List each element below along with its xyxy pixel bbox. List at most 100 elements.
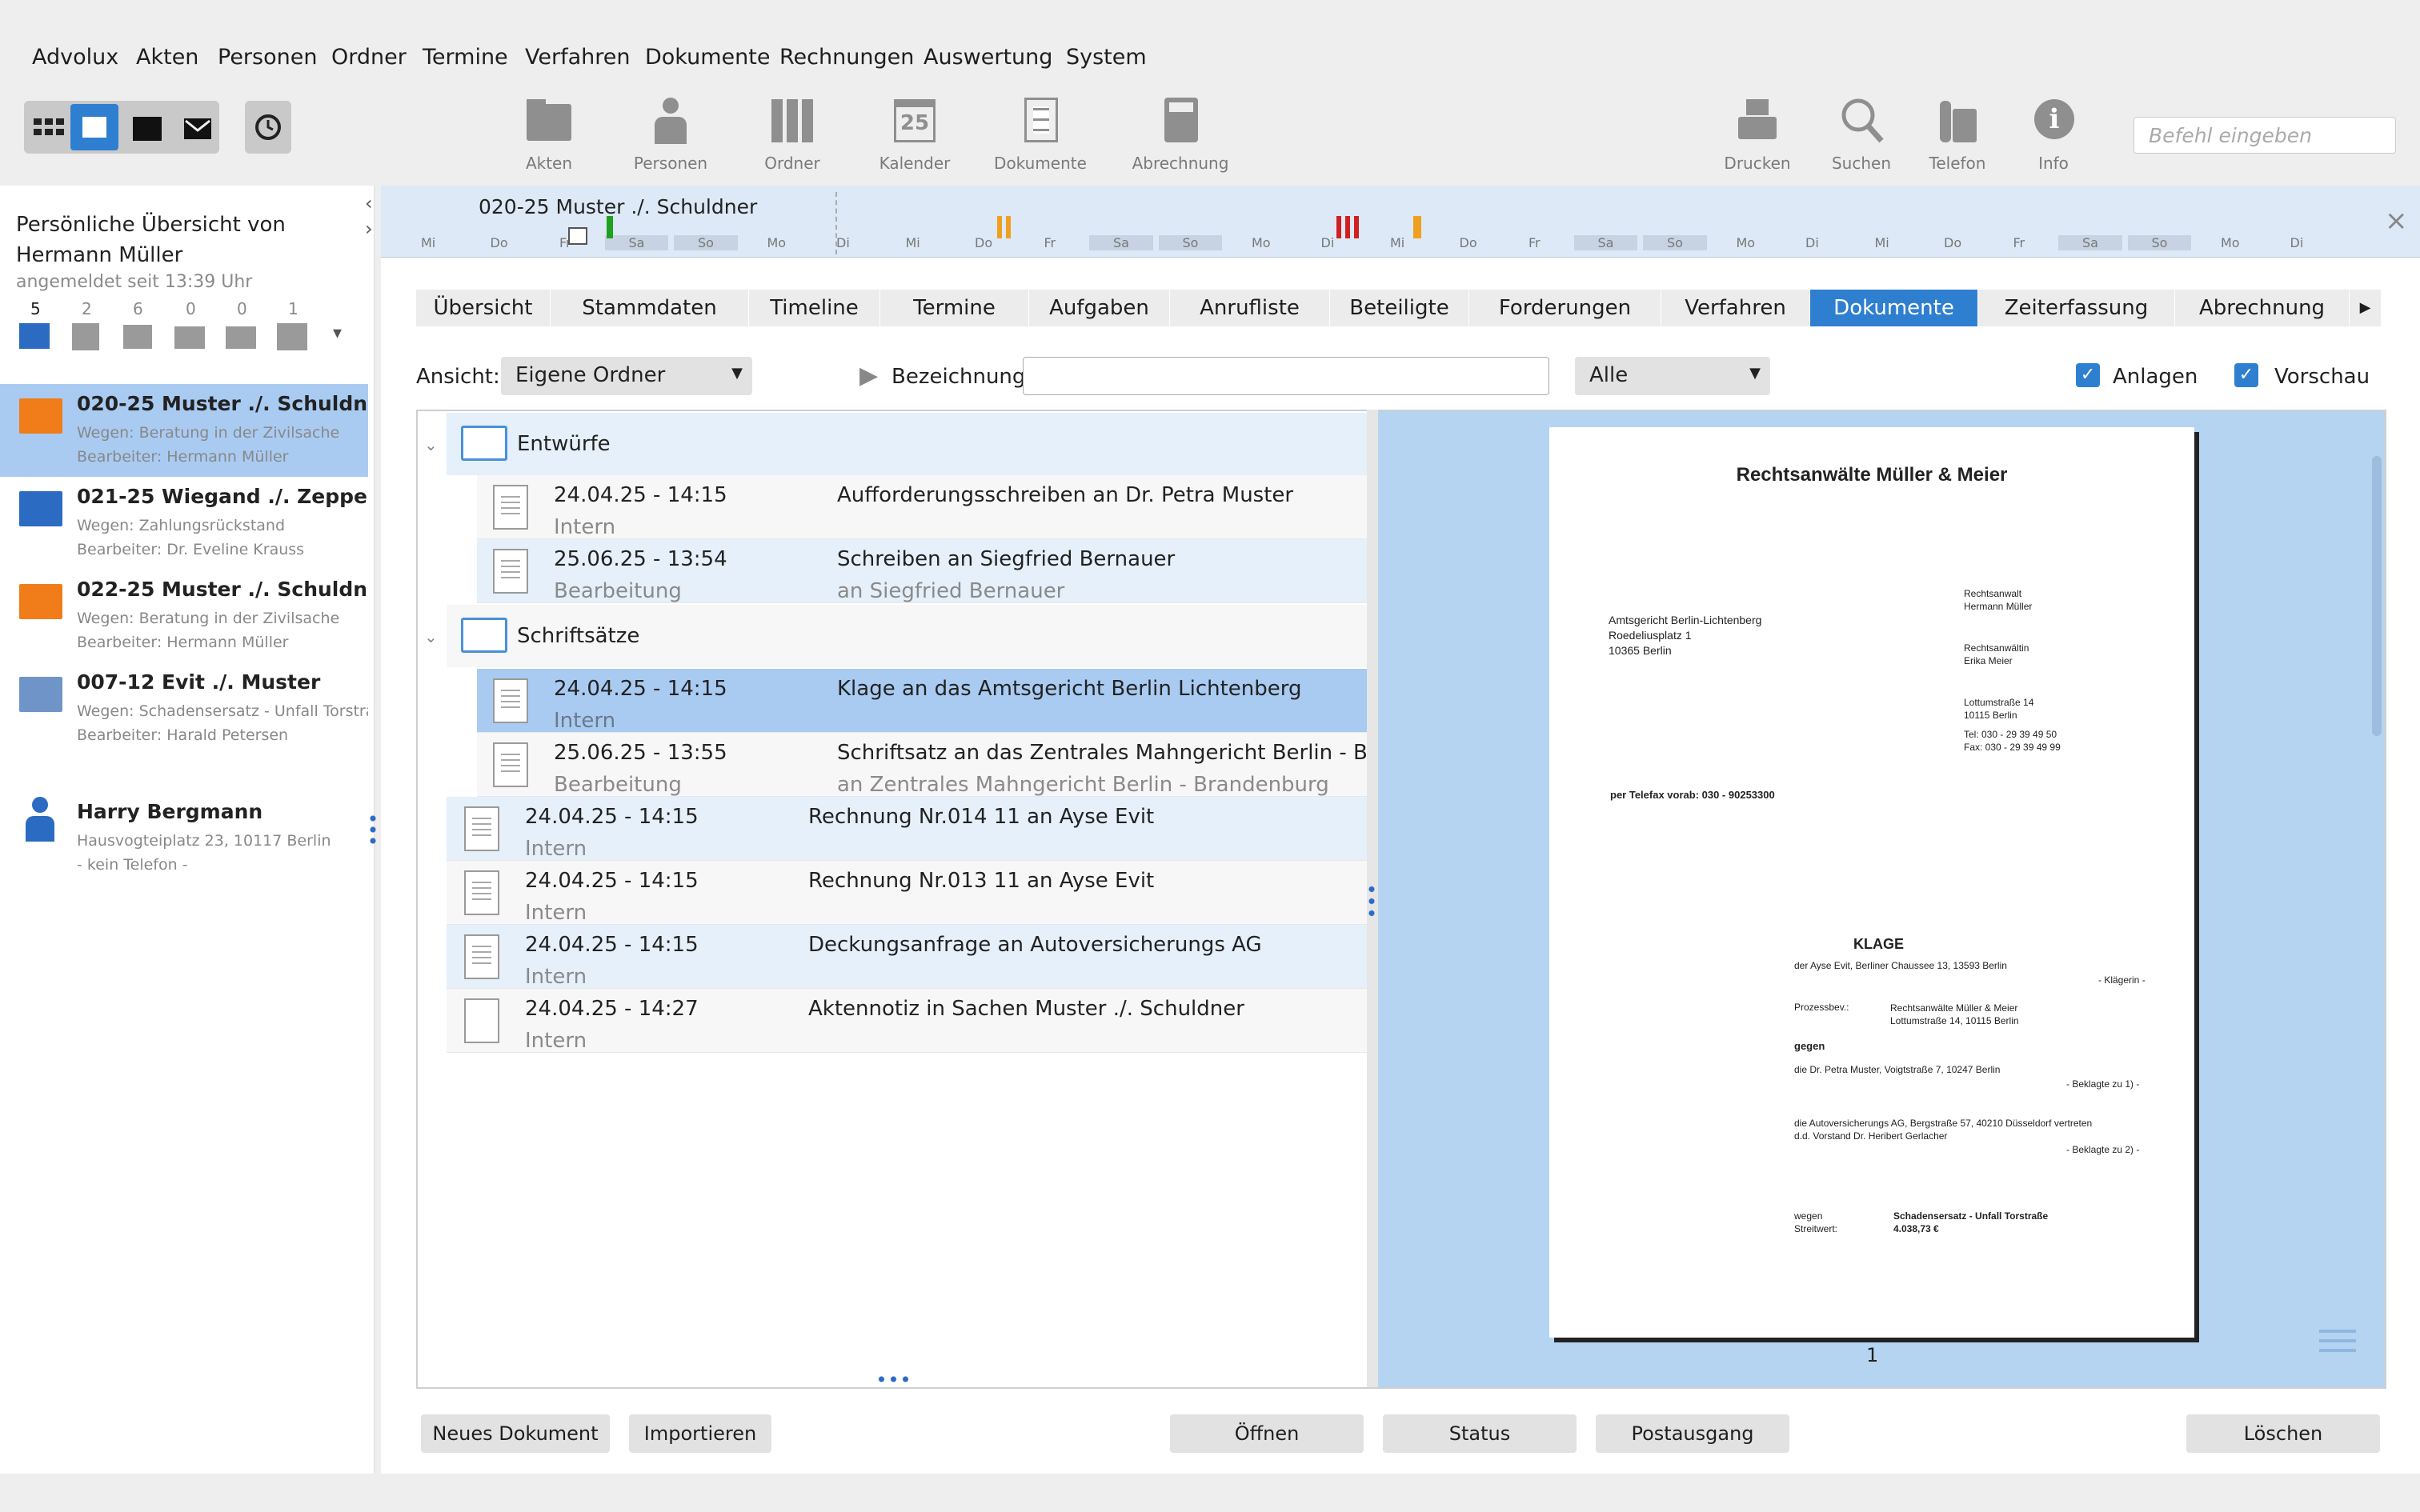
doc-subtitle: an Siegfried Bernauer (837, 579, 1065, 603)
collapse-left-icon[interactable]: ‹ (365, 192, 373, 214)
collapse-folder-icon[interactable]: ⌄ (424, 435, 438, 454)
more-options-icon[interactable] (370, 813, 376, 845)
sidebar-title-line1: Persönliche Übersicht von (16, 213, 286, 237)
menu-lines-icon[interactable] (2319, 1330, 2356, 1355)
case-item[interactable]: 021-25 Wiegand ./. Zeppelin G Wegen: Zah… (0, 477, 368, 570)
menu-dokumente[interactable]: Dokumente (645, 45, 770, 70)
document-row-selected[interactable]: 24.04.25 - 14:15 Intern Klage an das Amt… (477, 669, 1367, 733)
calendar-view-icon[interactable] (133, 117, 162, 141)
phone-icon[interactable] (277, 323, 307, 350)
bezeichnung-input[interactable] (1023, 357, 1549, 395)
toolbar-drucken[interactable]: Drucken (1701, 96, 1813, 173)
timeline-marker-green[interactable] (607, 216, 613, 238)
toolbar-kalender-label: Kalender (879, 154, 951, 173)
menu-system[interactable]: System (1066, 45, 1147, 70)
menu-termine[interactable]: Termine (423, 45, 508, 70)
toolbar-suchen[interactable]: Suchen (1805, 96, 1917, 173)
splitter-handle-icon[interactable] (1368, 883, 1375, 918)
document-row[interactable]: 24.04.25 - 14:27 Intern Aktennotiz in Sa… (447, 989, 1367, 1053)
timeline-day-label: Do (975, 235, 993, 250)
tab-verfahren[interactable]: Verfahren (1661, 290, 1810, 326)
tab-dokumente[interactable]: Dokumente (1810, 290, 1978, 326)
tab-zeiterfassung[interactable]: Zeiterfassung (1978, 290, 2175, 326)
toolbar-telefon[interactable]: Telefon (1901, 96, 2013, 173)
tab-beteiligte[interactable]: Beteiligte (1330, 290, 1469, 326)
postausgang-button[interactable]: Postausgang (1596, 1414, 1789, 1453)
preview-page[interactable]: Rechtsanwälte Müller & Meier Amtsgericht… (1549, 427, 2194, 1338)
toolbar-ordner[interactable]: Ordner (736, 96, 848, 173)
toolbar-suchen-label: Suchen (1831, 154, 1892, 173)
ansicht-select[interactable]: Eigene Ordner ▼ (501, 357, 752, 395)
sort-icon[interactable]: ▾ (333, 323, 342, 343)
doc-status: Intern (525, 837, 587, 861)
tab-anrufliste[interactable]: Anrufliste (1170, 290, 1330, 326)
menu-akten[interactable]: Akten (136, 45, 198, 70)
status-filter-select[interactable]: Alle ▼ (1575, 357, 1770, 395)
collapse-folder-icon[interactable]: ⌄ (424, 627, 438, 646)
tab-termine[interactable]: Termine (880, 290, 1029, 326)
grid-view-icon[interactable] (29, 107, 66, 147)
mail-icon[interactable] (174, 326, 205, 349)
clock-button[interactable] (245, 101, 291, 154)
tab-timeline[interactable]: Timeline (749, 290, 880, 326)
toolbar-abrechnung[interactable]: Abrechnung (1124, 96, 1236, 173)
doc-date: 24.04.25 - 14:15 (525, 869, 699, 893)
mail-out-icon[interactable] (226, 326, 256, 349)
document-row[interactable]: 24.04.25 - 14:15 Intern Rechnung Nr.013 … (447, 861, 1367, 925)
document-row[interactable]: 24.04.25 - 14:15 Intern Deckungsanfrage … (447, 925, 1367, 989)
timeline-marker-red[interactable] (1336, 216, 1359, 238)
tab-forderungen[interactable]: Forderungen (1469, 290, 1661, 326)
document-row[interactable]: 24.04.25 - 14:15 Intern Rechnung Nr.014 … (447, 797, 1367, 861)
menu-personen[interactable]: Personen (218, 45, 317, 70)
case-item[interactable]: 020-25 Muster ./. Schuldner Wegen: Berat… (0, 384, 368, 477)
folder-icon[interactable] (19, 323, 50, 349)
tab-aufgaben[interactable]: Aufgaben (1029, 290, 1170, 326)
case-item[interactable]: 007-12 Evit ./. Muster Wegen: Schadenser… (0, 662, 368, 755)
menu-rechnungen[interactable]: Rechnungen (779, 45, 914, 70)
toolbar-personen[interactable]: Personen (615, 96, 727, 173)
mail-view-icon[interactable] (184, 118, 211, 139)
doc-title: Schreiben an Siegfried Bernauer (837, 547, 1176, 571)
menu-ordner[interactable]: Ordner (331, 45, 407, 70)
toolbar-akten[interactable]: Akten (493, 96, 605, 173)
boxes-icon[interactable] (123, 325, 152, 349)
folder-view-button[interactable] (70, 104, 118, 150)
new-document-button[interactable]: Neues Dokument (421, 1414, 610, 1453)
toolbar-info[interactable]: i Info (1997, 96, 2109, 173)
timeline-event-icon[interactable] (568, 227, 587, 245)
person-item[interactable]: Harry Bergmann Hausvogteiplatz 23, 10117… (0, 792, 368, 885)
preview-scrollbar[interactable] (2372, 456, 2382, 736)
import-button[interactable]: Importieren (629, 1414, 771, 1453)
timeline-marker-orange[interactable] (997, 216, 1012, 238)
toolbar-kalender[interactable]: 25 Kalender (859, 96, 971, 173)
task-icon[interactable] (72, 323, 99, 350)
command-input[interactable]: Befehl eingeben (2134, 117, 2396, 154)
folder-row-schriftsaetze[interactable]: Schriftsätze (447, 605, 1367, 667)
case-item[interactable]: 022-25 Muster ./. Schuldner (U Wegen: Be… (0, 570, 368, 662)
document-icon (493, 549, 528, 594)
anlagen-checkbox[interactable]: ✓ (2076, 363, 2100, 387)
tab-stammdaten[interactable]: Stammdaten (551, 290, 749, 326)
tab-abrechnung[interactable]: Abrechnung (2175, 290, 2350, 326)
open-button[interactable]: Öffnen (1170, 1414, 1364, 1453)
timeline-day-label: Mi (421, 235, 436, 250)
menu-auswertung[interactable]: Auswertung (924, 45, 1052, 70)
folder-row-entwuerfe[interactable]: Entwürfe (447, 413, 1367, 475)
delete-button[interactable]: Löschen (2186, 1414, 2380, 1453)
document-row[interactable]: 25.06.25 - 13:54 Bearbeitung Schreiben a… (477, 539, 1367, 603)
document-row[interactable]: 24.04.25 - 14:15 Intern Aufforderungssch… (477, 475, 1367, 539)
status-button[interactable]: Status (1383, 1414, 1577, 1453)
count-phone: 1 (288, 299, 298, 318)
expand-triangle-icon[interactable]: ▶ (859, 362, 878, 390)
vorschau-checkbox[interactable]: ✓ (2234, 363, 2258, 387)
menu-verfahren[interactable]: Verfahren (525, 45, 630, 70)
menu-advolux[interactable]: Advolux (32, 45, 118, 70)
tab-scroll-right-icon[interactable]: ▶ (2350, 290, 2382, 326)
close-icon[interactable]: × (2385, 205, 2408, 237)
timeline-marker-orange[interactable] (1413, 216, 1421, 238)
toolbar-dokumente[interactable]: Dokumente (984, 96, 1096, 173)
expand-right-icon[interactable]: › (365, 218, 373, 240)
resize-handle-icon[interactable] (875, 1376, 911, 1382)
tab-uebersicht[interactable]: Übersicht (416, 290, 551, 326)
document-row[interactable]: 25.06.25 - 13:55 Bearbeitung Schriftsatz… (477, 733, 1367, 797)
